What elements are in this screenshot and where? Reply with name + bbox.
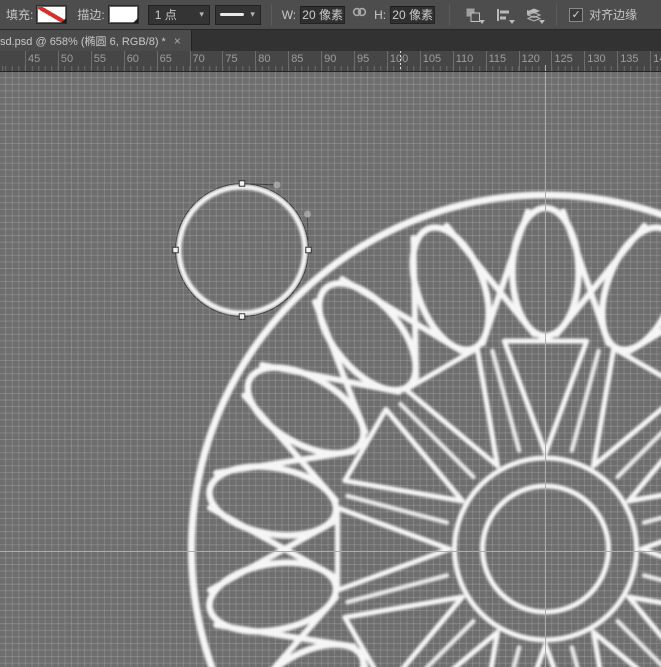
document-tab[interactable]: sd.psd @ 658% (椭圆 6, RGB/8) * ×	[0, 30, 192, 51]
width-label: W:	[282, 8, 296, 22]
document-canvas[interactable]	[0, 72, 661, 667]
stroke-width-select[interactable]: 1 点 ▾	[148, 5, 210, 25]
vertical-guide[interactable]	[545, 72, 546, 667]
anchor-point-handle[interactable]	[239, 314, 245, 320]
close-icon[interactable]: ×	[172, 35, 183, 47]
chevron-down-icon	[539, 20, 545, 24]
ruler-major-tick: 125	[551, 51, 552, 71]
fill-label: 填充:	[6, 6, 33, 23]
path-arrangement-button[interactable]	[520, 4, 546, 26]
ruler-guide-mark	[545, 65, 546, 71]
anchor-point-handle[interactable]	[173, 247, 179, 253]
fill-swatch[interactable]	[36, 5, 67, 24]
ruler-major-tick: 45	[25, 51, 26, 71]
ruler-major-tick: 100	[387, 51, 388, 71]
divider	[556, 4, 557, 26]
ruler-major-tick: 140	[650, 51, 651, 71]
stroke-style-preview	[220, 13, 244, 16]
ruler-major-tick: 105	[420, 51, 421, 71]
chevron-down-icon: ▾	[195, 9, 209, 20]
ruler-major-tick: 115	[486, 51, 487, 71]
ruler-major-tick: 110	[453, 51, 454, 71]
ruler-major-tick: 65	[157, 51, 158, 71]
fill-swatch-dropdown-icon	[61, 18, 66, 23]
ruler-major-tick: 120	[519, 51, 520, 71]
path-operations-button[interactable]	[460, 4, 486, 26]
options-bar: 填充: 描边: 1 点 ▾ ▾ W: 20 像素 H: 20 像素	[0, 0, 661, 30]
horizontal-ruler[interactable]: 45 50 55 60 65 70 75 80 85 90 95 100 105 110 115 120 125…	[0, 51, 661, 72]
height-label: H:	[374, 8, 386, 22]
chevron-down-icon: ▾	[246, 9, 260, 20]
document-tab-title: sd.psd @ 658% (椭圆 6, RGB/8) *	[0, 33, 172, 49]
align-edges-checkbox[interactable]: ✓	[569, 8, 583, 22]
stroke-width-value: 1 点	[155, 6, 177, 23]
selected-ellipse-paint	[179, 187, 305, 313]
ruler-major-tick: 80	[255, 51, 256, 71]
ruler-minor-ticks	[0, 66, 661, 71]
path-alignment-button[interactable]	[490, 4, 516, 26]
stroke-style-select[interactable]: ▾	[215, 5, 261, 25]
shape-width-input[interactable]: 20 像素	[300, 6, 345, 24]
divider	[271, 4, 272, 26]
align-edges-label: 对齐边缘	[589, 6, 637, 23]
ruler-major-tick: 55	[91, 51, 92, 71]
chevron-down-icon	[479, 20, 485, 24]
ruler-major-tick: 70	[190, 51, 191, 71]
ruler-major-tick: 130	[584, 51, 585, 71]
ruler-major-tick: 95	[354, 51, 355, 71]
horizontal-guide[interactable]	[0, 551, 661, 552]
ruler-major-tick: 60	[124, 51, 125, 71]
ruler-major-tick: 85	[288, 51, 289, 71]
anchor-point-handle[interactable]	[239, 181, 245, 187]
link-dimensions-icon[interactable]	[351, 5, 368, 24]
ruler-major-tick: 75	[222, 51, 223, 71]
document-tab-bar: sd.psd @ 658% (椭圆 6, RGB/8) * ×	[0, 30, 661, 51]
stroke-swatch[interactable]	[108, 5, 139, 24]
mandala-artwork	[192, 195, 661, 667]
shape-height-input[interactable]: 20 像素	[390, 6, 435, 24]
stroke-label: 描边:	[77, 6, 104, 23]
ruler-cursor-indicator	[400, 51, 401, 71]
ruler-major-tick: 50	[58, 51, 59, 71]
anchor-point-handle[interactable]	[306, 247, 312, 253]
chevron-down-icon	[509, 20, 515, 24]
divider	[449, 4, 450, 26]
ruler-major-tick: 90	[321, 51, 322, 71]
ruler-major-tick: 135	[617, 51, 618, 71]
artwork-layer	[0, 72, 661, 667]
stroke-swatch-dropdown-icon	[133, 18, 138, 23]
